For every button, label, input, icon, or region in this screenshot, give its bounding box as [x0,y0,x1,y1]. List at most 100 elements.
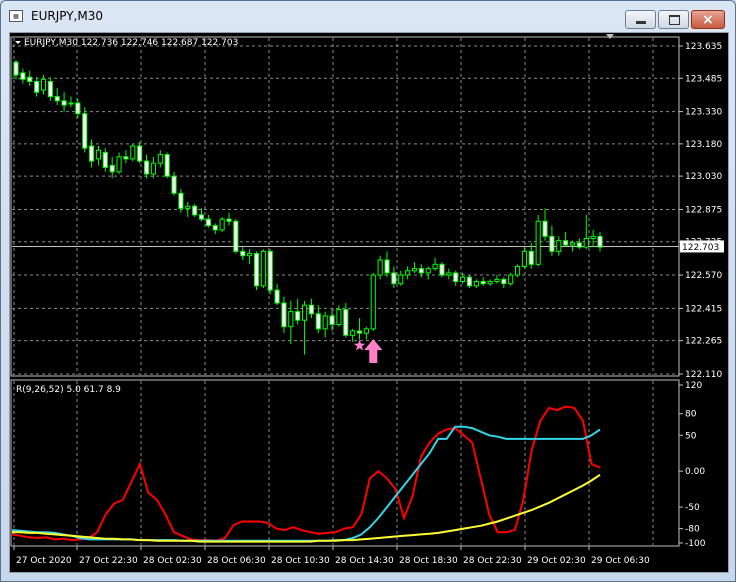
candle-bull [487,281,493,285]
indicator-panel[interactable] [10,379,680,547]
candle-bear [308,304,314,315]
indicator-tick-label: 50 [685,431,697,441]
candle-bear [439,263,445,276]
candle-bull [247,253,253,257]
price-panel-header: EURJPY,M30 122.736 122.746 122.687 122.7… [24,38,238,48]
indicator-tick-label: -80 [685,525,700,535]
candle-bear [549,235,555,252]
candle-bear [102,151,108,169]
candle-bear [315,313,321,330]
candle-bear [205,218,211,227]
candle-bear [171,175,177,194]
candle-bull [157,154,163,164]
candle-bear [233,220,239,252]
candle-bull [411,268,418,272]
candle-bear [20,72,26,80]
time-tick-label: 27 Oct 2020 [16,556,72,566]
candle-bull [514,265,521,276]
arrow-up-icon [364,338,383,363]
candle-bear [453,272,459,283]
candle-bull [116,156,122,173]
time-tick-label: 28 Oct 18:30 [399,556,458,566]
candle-bear [343,308,349,336]
candle-bear [47,80,53,98]
time-tick-label: 28 Oct 02:30 [143,556,202,566]
candle-bull [556,240,562,252]
time-tick-label: 29 Oct 02:30 [527,556,586,566]
candle-bear [528,250,534,265]
time-tick-label: 28 Oct 06:30 [207,556,266,566]
candle-bear [466,276,473,287]
candle-bull [569,242,576,246]
candle-bear [267,250,273,291]
candle-bull [425,268,431,274]
indicator-line-1 [11,405,601,542]
candle-bull [370,274,376,330]
candle-bull [583,237,589,248]
candle-bear [198,214,205,220]
candle-bull [377,259,383,276]
candle-bear [253,253,260,287]
candle-bear [82,113,88,149]
candle-bear [542,220,548,237]
candle-bull [473,281,479,287]
candle-bear [178,192,184,209]
chart-area[interactable]: 123.635 123.485 123.330 123.180 123.030 122.8… [9,32,729,573]
candle-bear [597,235,603,248]
candle-bear [501,278,507,285]
header-dropdown-icon[interactable] [15,41,21,44]
price-tick-label: 123.180 [685,140,722,150]
indicator-tick-label: 0.00 [685,467,705,477]
chart-canvas[interactable]: 123.635 123.485 123.330 123.180 123.030 122.8… [10,33,728,572]
candle-bull [130,145,136,160]
candle-bear [61,100,67,106]
indicator-tick-label: 80 [685,410,697,420]
candle-bull [508,274,514,285]
minimize-icon [636,21,646,24]
indicator-panel-header: R(9,26,52) 5.0 61.7 8.9 [16,385,121,395]
title-bar[interactable]: ▦ EURJPY,M30 × [1,1,735,31]
close-icon: × [702,12,714,28]
candle-bull [260,250,266,287]
time-tick-label: 28 Oct 14:30 [335,556,394,566]
price-tick-label: 122.110 [685,370,722,380]
price-tick-label: 122.570 [685,271,722,281]
price-tick-label: 123.330 [685,108,722,118]
candle-bull [494,278,500,283]
candle-bear [109,164,115,173]
price-tick-label: 123.485 [685,74,722,84]
candle-bull [350,330,356,336]
maximize-button[interactable] [658,10,689,29]
candle-bull [363,328,369,334]
time-tick-label: 27 Oct 22:30 [79,556,138,566]
candle-bear [13,61,19,76]
candle-bear [75,102,81,115]
candle-bull [322,315,328,330]
candle-bull [68,102,74,105]
close-button[interactable]: × [691,10,725,29]
price-tick-label: 122.875 [685,205,722,215]
candle-bear [391,272,397,285]
candle-bull [219,218,225,231]
chart-window: ▦ EURJPY,M30 × 123.635 123.485 123.330 123.… [0,0,736,582]
candle-bull [150,162,156,175]
candle-bear [27,76,33,82]
candle-bear [281,302,287,328]
candle-bear [418,268,424,274]
time-tick-label: 28 Oct 22:30 [463,556,522,566]
candle-bull [432,263,438,270]
candle-bear [384,259,390,274]
candle-bear [164,154,170,177]
candle-bear [240,250,246,257]
price-tick-label: 122.265 [685,337,722,347]
time-tick-label: 29 Oct 06:30 [591,556,650,566]
chart-window-icon: ▦ [9,10,23,22]
minimize-button[interactable] [625,10,656,29]
candle-bear [329,315,335,326]
candle-bull [590,235,596,239]
indicator-tick-label: -50 [685,503,700,513]
candle-bear [143,160,150,175]
candle-bull [288,311,294,328]
candle-bear [274,289,280,304]
candle-bull [40,78,47,91]
